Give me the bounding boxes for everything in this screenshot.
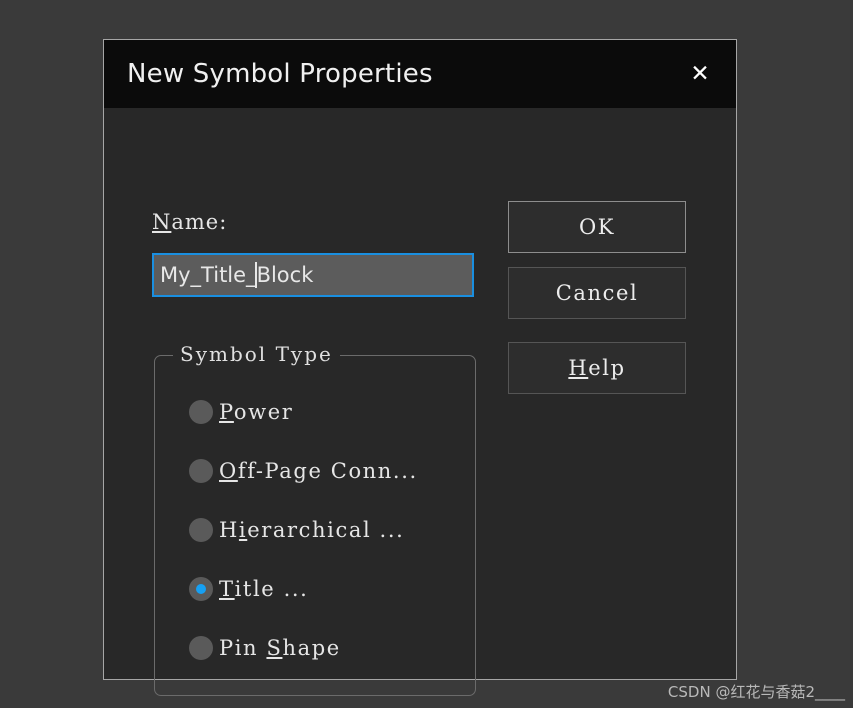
help-label-accelerator: H	[568, 356, 589, 380]
radio-label: Power	[219, 400, 293, 424]
radio-label-accelerator: O	[219, 459, 238, 483]
dialog-body: Name: My_Title_ Block Symbol Type Power O…	[104, 108, 736, 696]
radio-label-rest: ff-Page Conn...	[237, 459, 418, 483]
cancel-button[interactable]: Cancel	[508, 267, 686, 319]
name-label-rest: ame:	[171, 210, 228, 234]
name-input-value-after-caret: Block	[256, 263, 314, 287]
radio-label-pre: Pin	[219, 636, 267, 660]
radio-label: Pin Shape	[219, 636, 341, 660]
radio-label-accelerator: T	[219, 577, 235, 601]
radio-option-off-page-conn[interactable]: Off-Page Conn...	[189, 459, 418, 483]
cancel-label-rest: Cancel	[555, 281, 639, 305]
ok-button-label: OK	[579, 215, 615, 239]
radio-label-accelerator: P	[219, 400, 234, 424]
help-button[interactable]: Help	[508, 342, 686, 394]
radio-option-hierarchical[interactable]: Hierarchical ...	[189, 518, 404, 542]
radio-icon-selected[interactable]	[189, 577, 213, 601]
watermark: CSDN @红花与香菇2____	[667, 683, 845, 701]
symbol-type-legend: Symbol Type	[173, 342, 340, 366]
radio-label-rest: ower	[233, 400, 294, 424]
radio-label-rest: itle ...	[234, 577, 309, 601]
ok-label-rest: OK	[578, 215, 616, 239]
radio-option-title[interactable]: Title ...	[189, 577, 308, 601]
close-icon[interactable]: ✕	[686, 60, 714, 88]
name-input-value-before-caret: My_Title_	[160, 263, 257, 287]
name-field-label: Name:	[152, 210, 227, 234]
radio-label: Title ...	[219, 577, 308, 601]
new-symbol-properties-dialog: New Symbol Properties ✕ Name: My_Title_ B…	[103, 39, 737, 696]
radio-icon[interactable]	[189, 400, 213, 424]
dialog-titlebar: New Symbol Properties ✕	[104, 40, 736, 108]
radio-label-rest: erarchical ...	[247, 518, 405, 542]
radio-icon[interactable]	[189, 459, 213, 483]
radio-option-power[interactable]: Power	[189, 400, 293, 424]
help-button-label: Help	[568, 356, 625, 380]
cancel-button-label: Cancel	[556, 281, 639, 305]
name-label-accelerator: N	[152, 210, 172, 234]
help-label-rest: elp	[588, 356, 626, 380]
radio-label-rest: hape	[282, 636, 341, 660]
name-input[interactable]: My_Title_ Block	[152, 253, 474, 297]
dialog-title: New Symbol Properties	[127, 59, 433, 89]
ok-button[interactable]: OK	[508, 201, 686, 253]
radio-label-accelerator: i	[238, 518, 248, 542]
radio-label: Off-Page Conn...	[219, 459, 418, 483]
radio-icon[interactable]	[189, 636, 213, 660]
radio-label: Hierarchical ...	[219, 518, 404, 542]
radio-option-pin-shape[interactable]: Pin Shape	[189, 636, 341, 660]
radio-label-accelerator: S	[266, 636, 283, 660]
radio-icon[interactable]	[189, 518, 213, 542]
radio-label-pre: H	[219, 518, 239, 542]
symbol-type-groupbox: Symbol Type Power Off-Page Conn... Hiera…	[154, 342, 476, 696]
